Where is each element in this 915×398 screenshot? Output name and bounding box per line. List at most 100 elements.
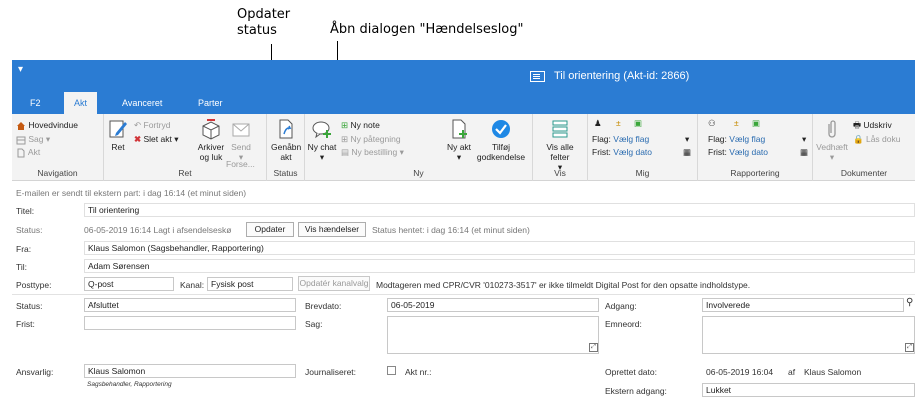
journalized-label: Journaliseret: — [305, 367, 357, 377]
to-field[interactable]: Adam Sørensen — [84, 259, 915, 273]
created-date: 06-05-2019 16:04 — [706, 367, 774, 377]
responsible-field[interactable]: Klaus Salomon — [84, 364, 296, 378]
print-button[interactable]: 🖶 Udskriv — [853, 120, 892, 131]
status-text: 06-05-2019 16:14 Lagt i afsendelseskø — [84, 225, 232, 235]
lock-doc-button[interactable]: 🔒 Lås doku — [853, 134, 900, 145]
fields-list-icon — [552, 120, 568, 138]
group-ret: Ret ↶ Fortryd ✖ Slet akt ▾ Arkiver og lu… — [104, 114, 267, 181]
group-dokumenter: Vedhæft ▾ 🖶 Udskriv 🔒 Lås doku Dokumenter — [813, 114, 915, 181]
reopen-doc-button[interactable]: Genåbn akt — [269, 114, 303, 162]
to-label: Til: — [16, 262, 28, 272]
new-note-button[interactable]: ⊞ Ny note — [341, 120, 380, 131]
group-vis: Vis alle felter ▾ Vis — [533, 114, 588, 181]
approval-check-icon — [492, 120, 510, 138]
keywords-label: Emneord: — [605, 319, 642, 329]
update-channel-button[interactable]: Opdatér kanalvalg — [298, 276, 370, 291]
letter-date-field[interactable]: 06-05-2019 — [387, 298, 599, 312]
tab-f2[interactable]: F2 — [20, 92, 51, 114]
access-search-icon[interactable]: ⚲ — [906, 297, 913, 308]
case-button[interactable]: Sag ▾ — [16, 134, 50, 145]
update-status-button[interactable]: Opdater — [246, 222, 294, 237]
note-plus-icon: ⊞ — [341, 120, 349, 130]
group-rapportering: ⚇ ± ▣ Flag: Vælg flag Frist: Vælg dato ▾… — [698, 114, 813, 181]
group-ny: Ny chat ▾ ⊞ Ny note ⊞ Ny påtegning ▤ Ny … — [305, 114, 533, 181]
undo-button[interactable]: ↶ Fortryd — [134, 120, 170, 131]
from-field[interactable]: Klaus Salomon (Sagsbehandler, Rapporteri… — [84, 241, 915, 255]
digital-post-notice: Modtageren med CPR/CVR '010273-3517' er … — [376, 280, 751, 290]
edit-button[interactable]: Ret — [106, 114, 130, 152]
letter-date-label: Brevdato: — [305, 301, 342, 311]
rapportering-flag-add-icon: ± — [734, 118, 739, 128]
chat-bubble-icon — [312, 121, 331, 139]
show-all-fields-button[interactable]: Vis alle felter ▾ — [537, 114, 583, 172]
group-label-status: Status — [273, 168, 298, 178]
tab-akt[interactable]: Akt — [64, 92, 98, 114]
journalized-checkbox[interactable] — [387, 366, 396, 375]
edit-pencil-icon — [109, 120, 127, 138]
title-bar: ▾ Til orientering (Akt-id: 2866) — [12, 60, 915, 92]
ribbon: Hovedvindue Sag ▾ Akt Navigation Ret ↶ F… — [12, 114, 915, 181]
rapportering-group-icon: ⚇ — [708, 118, 716, 128]
rapportering-deadline-row[interactable]: Frist: Vælg dato — [708, 147, 768, 158]
case-field[interactable] — [387, 316, 599, 354]
app-window: ▾ Til orientering (Akt-id: 2866) F2 Akt … — [12, 60, 915, 398]
lock-icon: 🔒 — [853, 134, 864, 144]
tab-avanceret[interactable]: Avanceret — [112, 92, 172, 114]
case-label: Sag: — [305, 319, 323, 329]
deadline-field[interactable] — [84, 316, 296, 330]
case-expand-icon[interactable]: ⤢ — [589, 343, 598, 352]
window-title: Til orientering (Akt-id: 2866) — [554, 70, 690, 82]
rapportering-flag-row[interactable]: Flag: Vælg flag — [708, 134, 765, 145]
posttype-label: Posttype: — [16, 280, 52, 290]
annotation-open-dialog: Åbn dialogen "Hændelseslog" — [330, 22, 524, 37]
group-navigation: Hovedvindue Sag ▾ Akt Navigation — [12, 114, 104, 181]
new-endorsement-button[interactable]: ⊞ Ny påtegning — [341, 134, 401, 145]
keywords-expand-icon[interactable]: ⤢ — [905, 343, 914, 352]
deadline-label: Frist: — [16, 319, 35, 329]
doc-no-label: Akt nr.: — [405, 367, 432, 377]
channel-field[interactable]: Fysisk post — [207, 277, 293, 291]
group-label-navigation: Navigation — [37, 168, 78, 178]
rapportering-calendar-icon[interactable]: ▦ — [800, 147, 808, 158]
new-doc-button[interactable]: Ny akt ▾ — [445, 114, 473, 162]
add-approval-button[interactable]: Tilføj godkendelse — [475, 114, 527, 162]
mig-deadline-row[interactable]: Frist: Vælg dato — [592, 147, 652, 158]
archive-close-button[interactable]: Arkiver og luk — [194, 114, 228, 162]
ribbon-tab-bar: F2 Akt Avanceret Parter — [12, 92, 915, 114]
group-label-vis: Vis — [554, 168, 566, 178]
undo-icon: ↶ — [134, 120, 142, 130]
send-button[interactable]: Send ▾ — [230, 114, 252, 162]
mig-date-add-icon: ▣ — [634, 118, 643, 128]
ext-access-label: Ekstern adgang: — [605, 386, 667, 396]
mig-calendar-icon[interactable]: ▦ — [683, 147, 691, 158]
show-events-button[interactable]: Vis hændelser — [298, 222, 366, 237]
keywords-field[interactable] — [702, 316, 915, 354]
attach-button[interactable]: Vedhæft ▾ — [815, 114, 849, 162]
posttype-field[interactable]: Q-post — [84, 277, 174, 291]
form-divider — [12, 294, 915, 295]
status2-field[interactable]: Afsluttet — [84, 298, 296, 312]
new-chat-button[interactable]: Ny chat ▾ — [307, 114, 337, 162]
doc-button[interactable]: Akt — [16, 147, 40, 158]
paperclip-icon — [828, 120, 836, 138]
group-label-dokumenter: Dokumenter — [840, 168, 888, 178]
title-field[interactable]: Til orientering — [84, 203, 915, 217]
document-icon — [17, 148, 25, 158]
rapportering-flag-dropdown-icon[interactable]: ▾ — [802, 134, 806, 145]
mig-flag-dropdown-icon[interactable]: ▾ — [685, 134, 689, 145]
main-window-button[interactable]: Hovedvindue — [16, 120, 78, 131]
group-mig: ♟ ± ▣ Flag: Vælg flag Frist: Vælg dato ▾… — [588, 114, 698, 181]
group-label-ret: Ret — [178, 168, 192, 178]
tab-parter[interactable]: Parter — [188, 92, 233, 114]
delete-doc-button[interactable]: ✖ Slet akt ▾ — [134, 134, 179, 145]
group-status: Genåbn akt Status — [267, 114, 305, 181]
responsible-label: Ansvarlig: — [16, 367, 54, 377]
mig-flag-row[interactable]: Flag: Vælg flag — [592, 134, 649, 145]
mig-person-icon: ♟ — [594, 118, 602, 128]
access-field[interactable]: Involverede — [702, 298, 904, 312]
new-order-button[interactable]: ▤ Ny bestilling ▾ — [341, 147, 404, 158]
group-label-rapportering: Rapportering — [730, 168, 780, 178]
sent-notice: E-mailen er sendt til ekstern part: i da… — [16, 188, 247, 198]
quick-access-toolbar-toggle[interactable]: ▾ — [18, 64, 23, 75]
ext-access-field[interactable]: Lukket — [702, 383, 915, 397]
